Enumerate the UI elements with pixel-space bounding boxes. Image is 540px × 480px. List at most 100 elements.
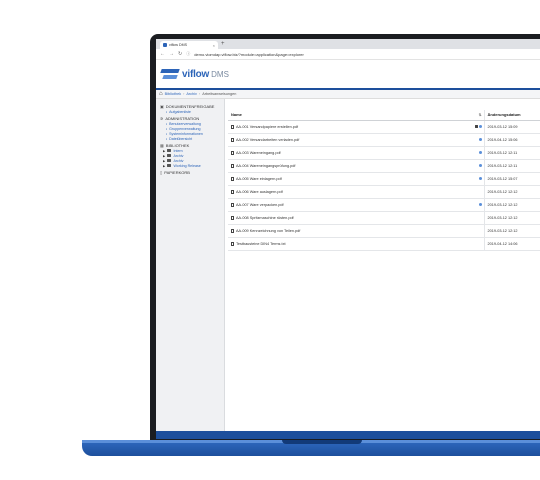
file-icon [231, 176, 234, 181]
status-cell [470, 198, 484, 212]
table-header-row: Name ⇅ Änderungsdatum [228, 110, 540, 121]
file-name-cell[interactable]: Testbausteine DIN4 Terms.txt [228, 237, 470, 251]
home-icon[interactable]: ⌂ [159, 91, 163, 97]
screen-footer-bar [156, 431, 540, 439]
tree-item-working-release[interactable]: ▶ Working Release [160, 163, 224, 168]
folder-icon [167, 164, 172, 167]
breadcrumb-item[interactable]: Archiv [186, 92, 197, 96]
file-name[interactable]: Testbausteine DIN4 Terms.txt [236, 242, 286, 246]
breadcrumb-item[interactable]: Bibliothek [165, 92, 181, 96]
file-icon [231, 202, 234, 207]
forward-icon[interactable]: → [169, 51, 174, 57]
sidebar: ▣ DOKUMENTENFREIGABE ▪ Aufgabenliste ✲ A… [156, 99, 225, 432]
table-row[interactable]: AA-009 Kennzeichnung von Teilen.pdf 2019-… [228, 224, 540, 238]
date-cell: 2019-03-12 12:12 [483, 224, 540, 238]
sidebar-item-dateien[interactable]: ▪ Dateiübersicht [160, 136, 224, 141]
tree-item-label: Archiv [173, 153, 184, 158]
file-name-cell[interactable]: AA-006 Ware auslagern.pdf [228, 185, 470, 199]
browser-tabbar: viflow DMS × + [156, 39, 540, 49]
sidebar-item-label: Gruppenverwaltung [169, 126, 201, 131]
reload-icon[interactable]: ↻ [178, 51, 182, 57]
stage: viflow DMS × + ← → ↻ ⓘ demo.viomdap.vifl… [0, 0, 540, 480]
group-icon: ▪ [166, 126, 168, 131]
status-icon [478, 150, 482, 154]
tree-item-label: Working Release [173, 163, 201, 168]
expand-icon[interactable]: ▶ [163, 154, 165, 158]
file-name[interactable]: AA-001 Versandpapiere erstellen.pdf [236, 125, 298, 129]
new-tab-button[interactable]: + [221, 40, 225, 49]
status-icon [478, 163, 482, 167]
logo-subtitle: DMS [211, 69, 229, 79]
file-name[interactable]: AA-009 Kennzeichnung von Teilen.pdf [236, 229, 300, 233]
file-icon [231, 228, 234, 233]
column-header-name[interactable]: Name [228, 110, 470, 121]
sidebar-section-freigabe[interactable]: ▣ DOKUMENTENFREIGABE [160, 104, 224, 109]
viflow-logo-icon [160, 68, 180, 80]
tree-item-label: Archiv [173, 158, 184, 163]
folder-icon [167, 154, 172, 157]
file-name[interactable]: AA-004 Wareneingangsprüfung.pdf [236, 164, 295, 168]
file-name[interactable]: AA-005 Ware einlagern.pdf [236, 177, 282, 181]
app-header: viflow DMS [156, 60, 540, 90]
table-row[interactable]: AA-003 Wareneingang.pdf 2019-03-12 12:11 [228, 146, 540, 160]
status-cell [470, 211, 484, 225]
sidebar-section-label: BIBLIOTHEK [165, 143, 190, 148]
sidebar-item-label: Systeminformationen [169, 131, 203, 136]
date-cell: 2019-04-12 14:06 [483, 237, 540, 251]
file-name-cell[interactable]: AA-001 Versandpapiere erstellen.pdf [228, 120, 470, 134]
sidebar-item-label: Benutzerverwaltung [169, 121, 201, 126]
breadcrumb-current: Arbeitsanweisungen [202, 92, 237, 96]
file-icon [231, 189, 234, 194]
status-icon [478, 137, 482, 141]
table-row[interactable]: AA-005 Ware einlagern.pdf 2019-03-12 15:0… [228, 172, 540, 186]
file-name[interactable]: AA-002 Versandarbeiten verladen.pdf [236, 138, 299, 142]
file-name[interactable]: AA-006 Ware auslagern.pdf [236, 190, 283, 194]
logo-name: viflow [182, 68, 210, 80]
table-row[interactable]: AA-006 Ware auslagern.pdf 2019-03-12 12:1… [228, 185, 540, 199]
breadcrumb: ⌂ Bibliothek › Archiv › Arbeitsanweisung… [156, 90, 540, 99]
trash-icon: ▯ [160, 170, 163, 175]
table-row[interactable]: AA-004 Wareneingangsprüfung.pdf 2019-03-1… [228, 159, 540, 173]
file-name-cell[interactable]: AA-003 Wareneingang.pdf [228, 146, 470, 160]
laptop-screen: viflow DMS × + ← → ↻ ⓘ demo.viomdap.vifl… [156, 39, 540, 439]
tab-close-icon[interactable]: × [213, 43, 215, 48]
file-name-cell[interactable]: AA-007 Ware verpacken.pdf [228, 198, 470, 212]
address-input[interactable]: demo.viomdap.viflow.biz/?module=applicat… [194, 52, 304, 57]
expand-icon[interactable]: ▶ [163, 149, 165, 153]
status-cell [470, 159, 484, 173]
lock-icon [475, 124, 478, 128]
expand-icon[interactable]: ▶ [163, 159, 165, 163]
column-header-date[interactable]: Änderungsdatum [483, 110, 540, 121]
table-row[interactable]: Testbausteine DIN4 Terms.txt 2019-04-12 1… [228, 237, 540, 251]
sidebar-item-aufgabenliste[interactable]: ▪ Aufgabenliste [160, 109, 224, 114]
file-name-cell[interactable]: AA-005 Ware einlagern.pdf [228, 172, 470, 186]
file-icon [231, 163, 234, 168]
status-icon [478, 124, 482, 128]
column-header-status[interactable]: ⇅ [470, 110, 484, 121]
table-row[interactable]: AA-001 Versandpapiere erstellen.pdf 2019-… [228, 120, 540, 134]
file-name[interactable]: AA-008 Spritzmaschine rüsten.pdf [236, 216, 294, 220]
file-name-cell[interactable]: AA-002 Versandarbeiten verladen.pdf [228, 133, 470, 147]
info-icon: ▪ [166, 131, 168, 136]
expand-icon[interactable]: ▶ [163, 164, 165, 168]
file-name[interactable]: AA-003 Wareneingang.pdf [236, 151, 281, 155]
sort-icon: ⇅ [478, 113, 482, 118]
inbox-icon: ▣ [160, 104, 164, 109]
table-row[interactable]: AA-008 Spritzmaschine rüsten.pdf 2019-03-… [228, 211, 540, 225]
security-info-icon[interactable]: ⓘ [186, 51, 190, 57]
date-cell: 2019-03-12 12:11 [483, 159, 540, 173]
file-icon [231, 215, 234, 220]
file-name-cell[interactable]: AA-008 Spritzmaschine rüsten.pdf [228, 211, 470, 225]
date-cell: 2019-03-12 15:09 [483, 120, 540, 134]
file-list-panel: Name ⇅ Änderungsdatum AA-001 Versandpapi… [225, 99, 540, 432]
file-name[interactable]: AA-007 Ware verpacken.pdf [236, 203, 284, 207]
table-row[interactable]: AA-007 Ware verpacken.pdf 2019-03-12 12:1… [228, 198, 540, 212]
browser-tab[interactable]: viflow DMS × [160, 41, 218, 49]
sidebar-section-papierkorb[interactable]: ▯ PAPIERKORB [160, 170, 224, 175]
file-name-cell[interactable]: AA-009 Kennzeichnung von Teilen.pdf [228, 224, 470, 238]
file-name-cell[interactable]: AA-004 Wareneingangsprüfung.pdf [228, 159, 470, 173]
back-icon[interactable]: ← [160, 51, 165, 57]
table-row[interactable]: AA-002 Versandarbeiten verladen.pdf 2019-… [228, 133, 540, 147]
sidebar-section-label: ADMINISTRATION [165, 116, 200, 121]
sidebar-item-label: Aufgabenliste [169, 109, 191, 114]
